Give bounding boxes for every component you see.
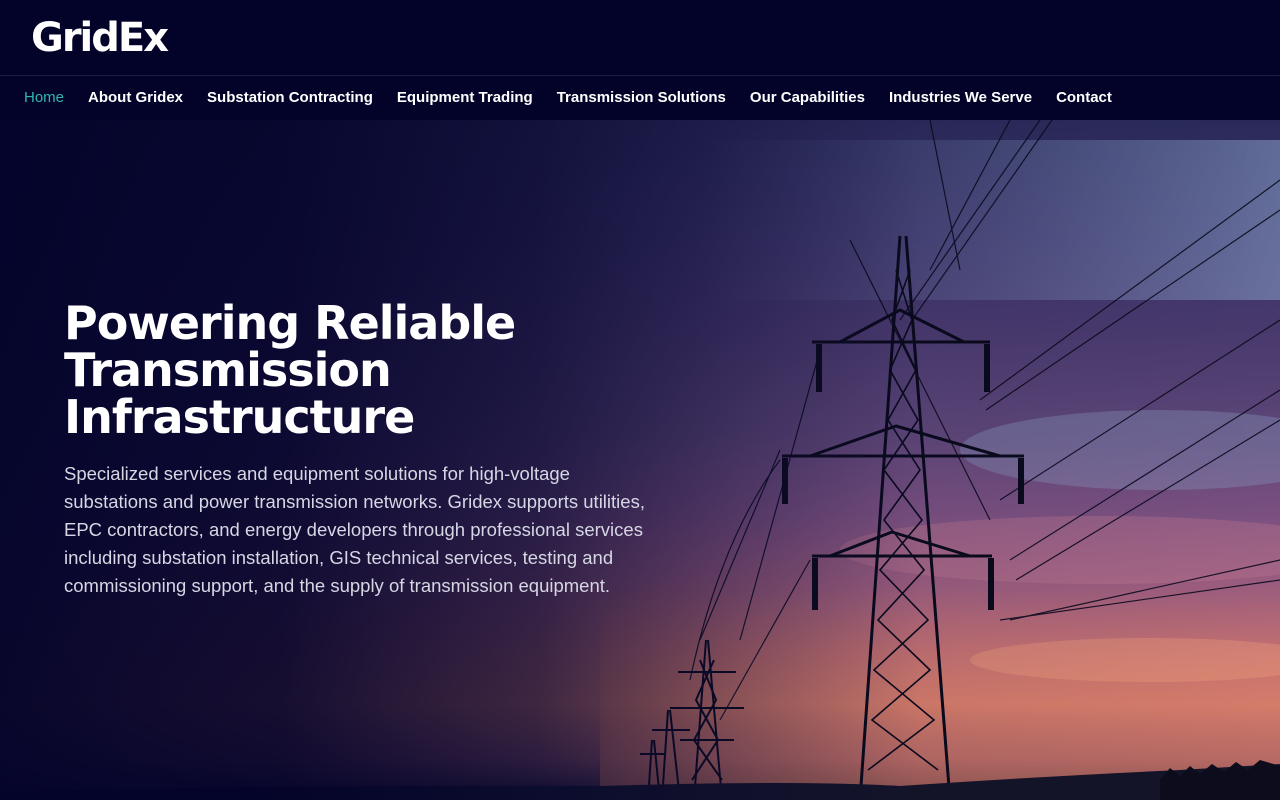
nav-item-home[interactable]: Home [12, 76, 76, 120]
nav-item-about-gridex[interactable]: About Gridex [76, 76, 195, 120]
nav-item-equipment-trading[interactable]: Equipment Trading [385, 76, 545, 120]
nav-item-our-capabilities[interactable]: Our Capabilities [738, 76, 877, 120]
hero-description: Specialized services and equipment solut… [64, 463, 645, 596]
nav-item-contact[interactable]: Contact [1044, 76, 1124, 120]
gridex-logo[interactable]: GridEx [31, 16, 169, 60]
site-header: GridEx [0, 0, 1280, 76]
nav-item-transmission-solutions[interactable]: Transmission Solutions [545, 76, 738, 120]
main-nav: Home About Gridex Substation Contracting… [0, 76, 1280, 120]
nav-item-industries-we-serve[interactable]: Industries We Serve [877, 76, 1044, 120]
hero-section: Powering Reliable Transmission Infrastru… [0, 120, 1280, 800]
hero-title: Powering Reliable Transmission Infrastru… [64, 296, 516, 444]
nav-item-substation-contracting[interactable]: Substation Contracting [195, 76, 385, 120]
